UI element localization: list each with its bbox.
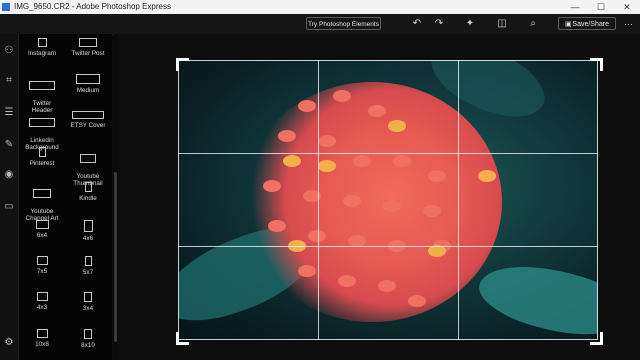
landscape-ratio-icon [36,256,48,265]
minimize-button[interactable]: — [562,0,588,14]
landscape-ratio-icon [36,292,48,301]
preset-label: ETSY Cover [70,122,106,129]
crop-presets-panel: Instagram Twitter Post Twitter Header Me… [19,34,112,360]
adjustments-icon[interactable]: ☰ [0,106,18,120]
preset-twitter-post[interactable]: Twitter Post [65,38,111,57]
preset-label: Instagram [28,50,56,57]
crop-icon[interactable]: ⌗ [0,74,18,88]
preset-label: Twitter Post [71,50,105,57]
zoom-icon[interactable]: ⌕ [526,17,540,31]
redo-icon[interactable]: ↷ [432,17,446,31]
wide-ratio-icon [76,74,100,84]
crop-handle-top-right[interactable] [590,58,603,71]
preset-label: Kindle [79,195,97,202]
preset-4x3[interactable]: 4x3 [19,292,65,311]
landscape-ratio-icon [36,329,48,338]
preset-label: 4x3 [36,304,48,311]
close-button[interactable]: ✕ [614,0,640,14]
auto-fix-wand-icon[interactable]: ✦ [463,17,477,31]
landscape-ratio-icon [80,154,96,163]
crop-handle-top-left[interactable] [176,58,189,71]
portrait-ratio-icon [84,256,92,266]
title-bar: IMG_9650.CR2 - Adobe Photoshop Express —… [0,0,640,14]
app-icon [2,3,10,11]
preset-label: 3x4 [82,305,94,312]
top-toolbar: Try Photoshop Elements ↶ ↷ ✦ ◫ ⌕ ▣ Save/… [0,14,640,35]
undo-icon[interactable]: ↶ [410,17,424,31]
redeye-icon[interactable]: ◉ [0,168,18,182]
portrait-ratio-icon [83,220,93,232]
scrollbar-thumb[interactable] [114,172,117,342]
preset-kindle[interactable]: Kindle [65,182,111,202]
borders-icon[interactable]: ▭ [0,200,18,214]
more-options-icon[interactable]: ··· [624,17,633,31]
preset-pinterest[interactable]: Pinterest [19,147,65,167]
save-icon: ▣ [565,21,572,28]
preset-label: 4x6 [82,235,94,242]
heal-icon[interactable]: ✎ [0,138,18,152]
preset-8x10[interactable]: 8x10 [65,329,111,349]
preset-10x8[interactable]: 10x8 [19,329,65,348]
square-ratio-icon [37,38,47,47]
preset-label: 7x5 [36,268,48,275]
preset-5x7[interactable]: 5x7 [65,256,111,276]
try-photoshop-elements-button[interactable]: Try Photoshop Elements [306,17,381,30]
preset-label: 6x4 [36,232,48,239]
portrait-ratio-icon [84,292,92,302]
preset-etsy-cover[interactable]: ETSY Cover [65,111,111,129]
tool-rail: ⚇ ⌗ ☰ ✎ ◉ ▭ ⚙ [0,34,19,360]
crop-handle-bottom-right[interactable] [590,332,603,345]
looks-icon[interactable]: ⚇ [0,44,18,58]
wide-ratio-icon [29,81,55,90]
preset-label: Medium [76,87,100,94]
preset-label: 5x7 [82,269,94,276]
compare-icon[interactable]: ◫ [495,17,509,31]
window-title: IMG_9650.CR2 - Adobe Photoshop Express [14,2,171,11]
save-share-label: Save/Share [572,21,609,28]
preset-label: Pinterest [29,160,55,167]
crop-frame[interactable] [178,60,598,340]
wide-ratio-icon [72,111,104,119]
landscape-ratio-icon [35,220,49,229]
maximize-button[interactable]: ☐ [588,0,614,14]
preset-4x6[interactable]: 4x6 [65,220,111,242]
wide-ratio-icon [29,118,55,127]
landscape-ratio-icon [33,189,51,198]
landscape-ratio-icon [79,38,97,47]
settings-gear-icon[interactable]: ⚙ [0,336,18,350]
preset-6x4[interactable]: 6x4 [19,220,65,239]
preset-3x4[interactable]: 3x4 [65,292,111,312]
portrait-ratio-icon [84,329,92,339]
preset-medium[interactable]: Medium [65,74,111,94]
portrait-ratio-icon [38,147,46,157]
preset-7x5[interactable]: 7x5 [19,256,65,275]
portrait-ratio-icon [84,182,92,192]
preset-label: 8x10 [81,342,95,349]
preset-instagram[interactable]: Instagram [19,38,65,57]
save-share-button[interactable]: ▣ Save/Share [558,17,616,30]
crop-handle-bottom-left[interactable] [176,332,189,345]
preset-label: 10x8 [35,341,49,348]
